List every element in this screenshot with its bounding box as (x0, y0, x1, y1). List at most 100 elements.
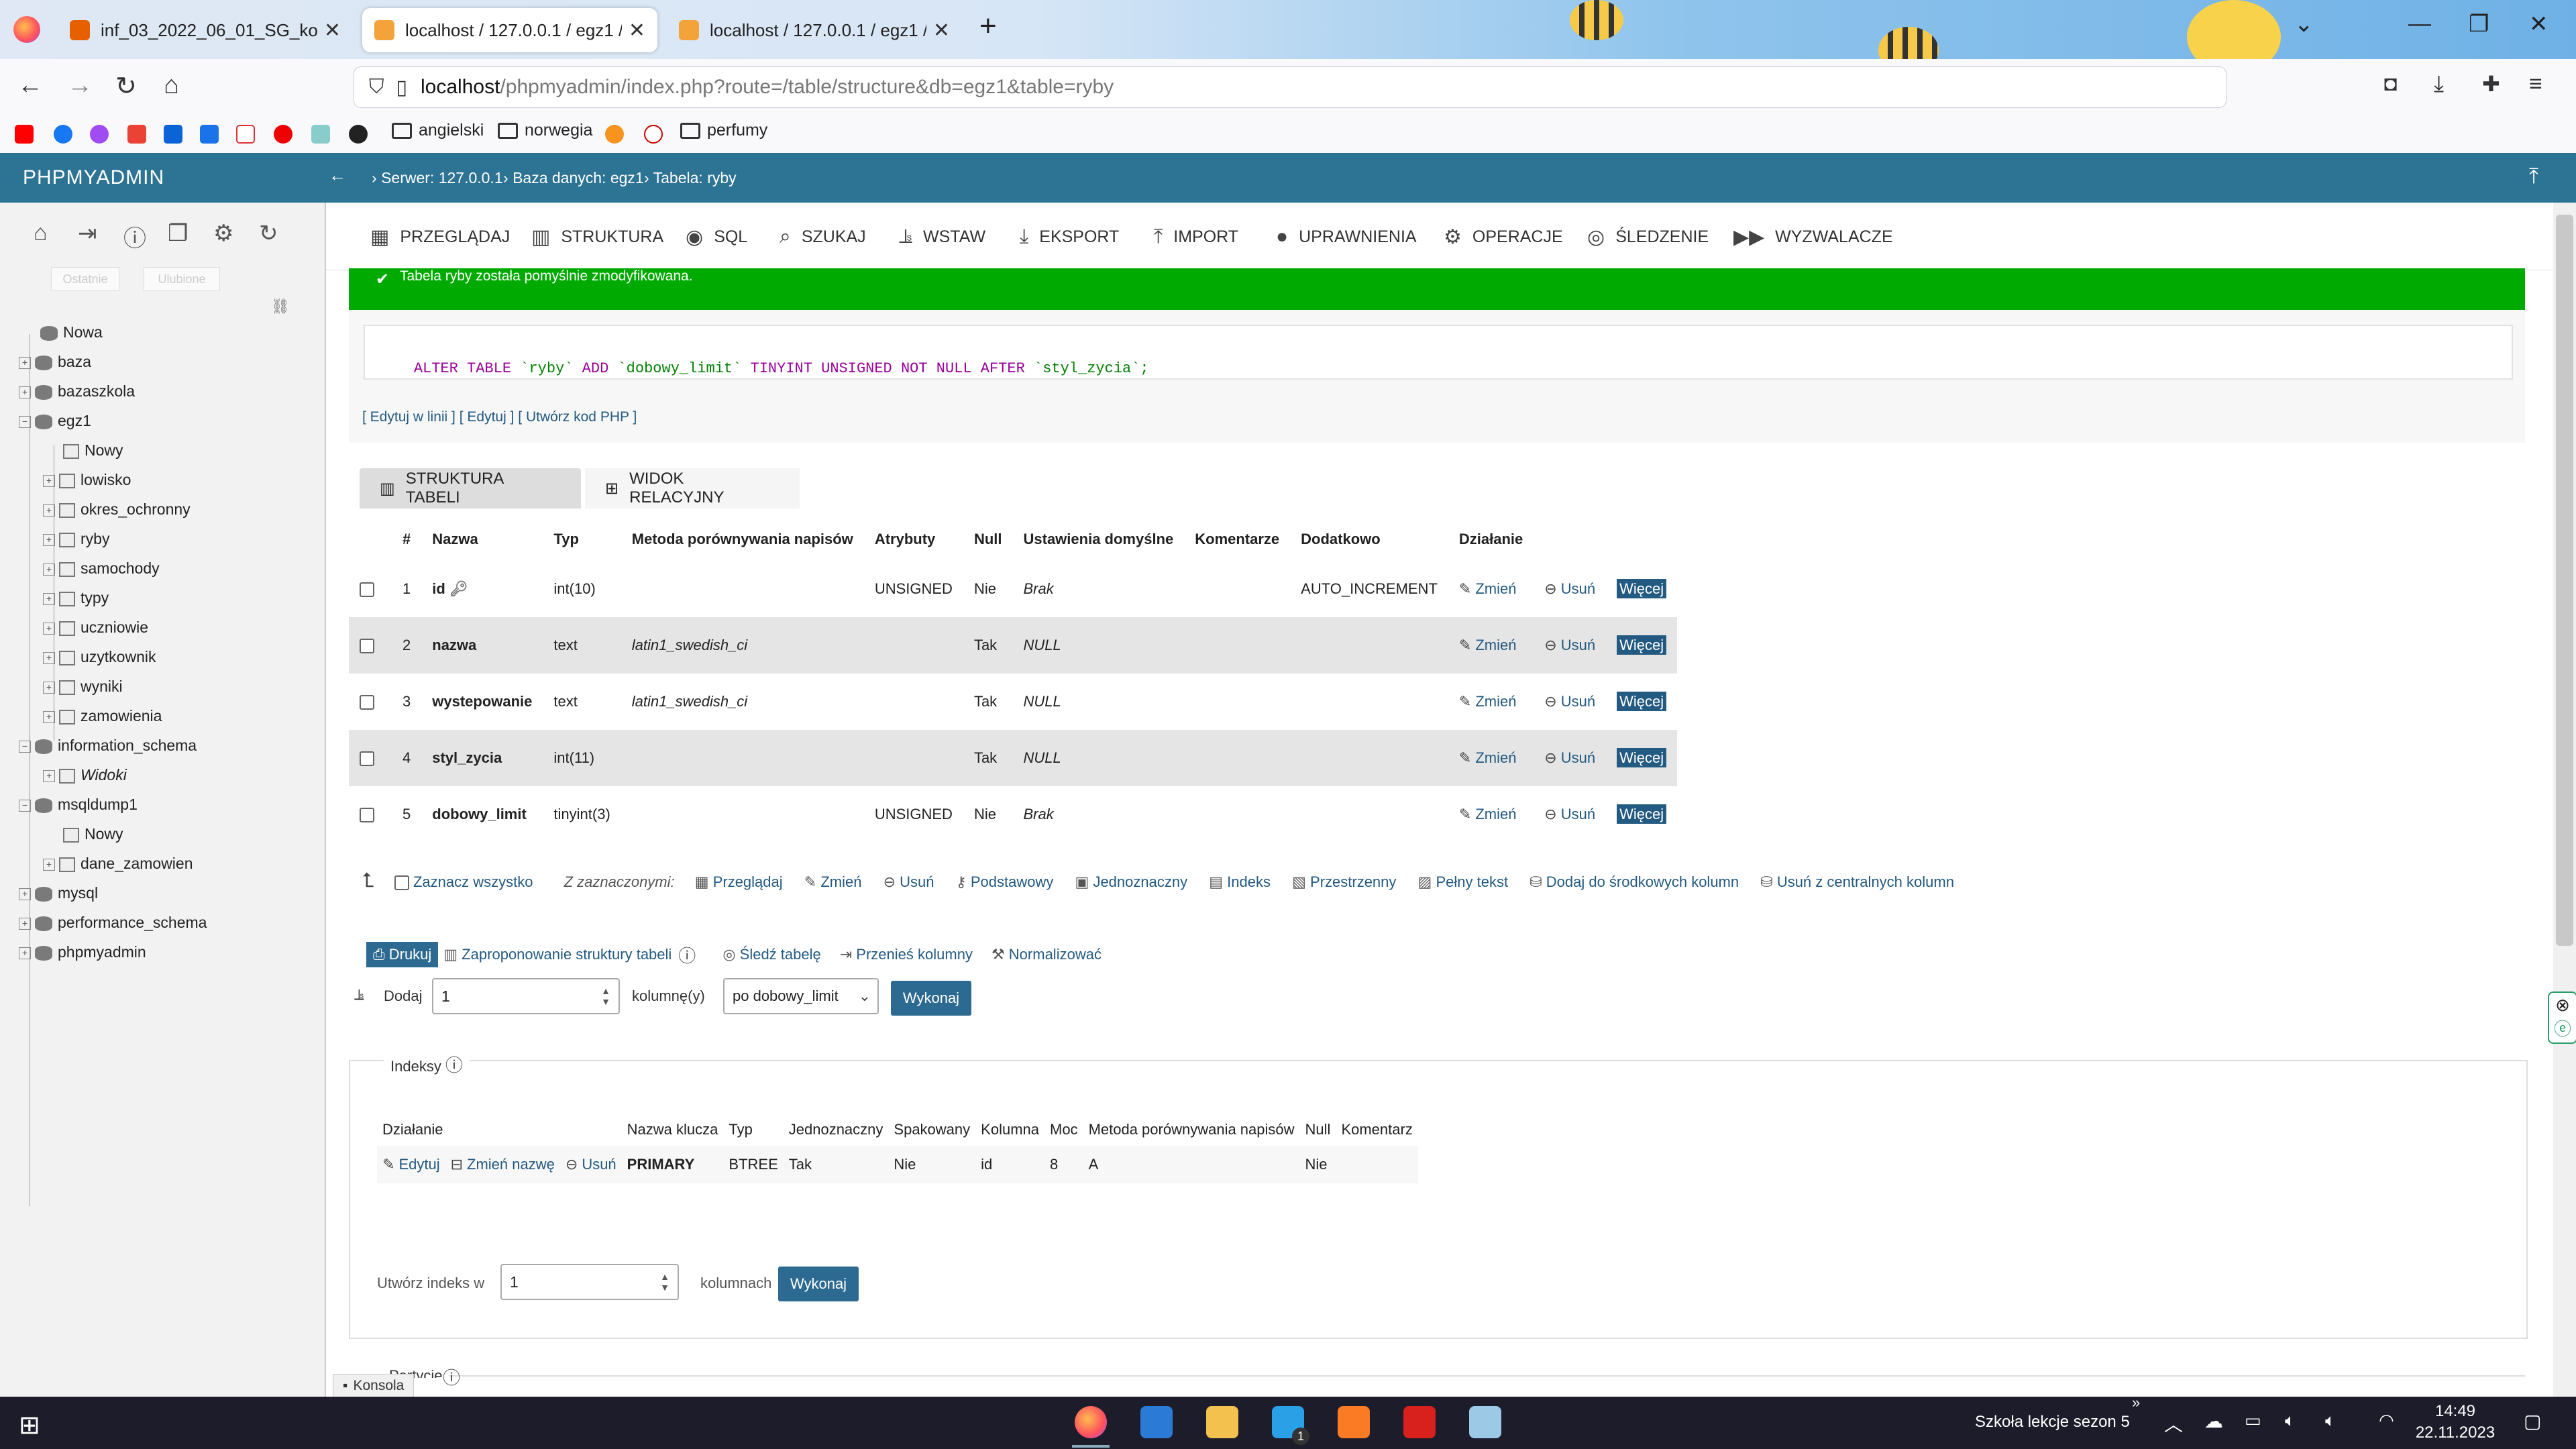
checkbox-bookmark-icon[interactable] (236, 125, 255, 144)
notepad-icon[interactable] (1469, 1406, 1501, 1438)
cloud-icon[interactable]: ☁ (2204, 1410, 2223, 1432)
side-widget[interactable]: ⊗ ⓔ (2548, 991, 2576, 1044)
bulk-add-central[interactable]: ⛁ Dodaj do środkowych kolumn (1529, 873, 1739, 890)
back-icon[interactable]: ← (17, 71, 43, 100)
facebook-icon[interactable] (54, 125, 72, 144)
more-cell[interactable]: Więcej (1606, 561, 1678, 617)
bookmark-icon[interactable] (311, 125, 330, 144)
tab-ryby[interactable]: localhost / 127.0.0.1 / egz1 / ryb ✕ (362, 8, 657, 52)
expand-icon[interactable]: + (19, 356, 31, 369)
column-name[interactable]: wystepowanie (421, 674, 543, 730)
tree-item[interactable]: + okres_ochronny (43, 500, 191, 519)
row-checkbox[interactable] (360, 582, 374, 598)
xampp-icon[interactable] (1338, 1406, 1370, 1438)
drop-link[interactable]: ⊖ Usuń (1534, 561, 1607, 617)
expand-icon[interactable]: + (43, 592, 55, 605)
minimize-icon[interactable]: — (2408, 11, 2431, 37)
change-link[interactable]: ✎ Zmień (1448, 561, 1534, 617)
expand-icon[interactable]: + (43, 533, 55, 546)
tree-item[interactable]: Nowa (40, 323, 103, 341)
scrollbar-thumb[interactable] (2556, 215, 2573, 946)
tree-item[interactable]: Nowy (63, 825, 123, 843)
outlook-icon[interactable] (164, 125, 182, 144)
create-index-submit-button[interactable]: Wykonaj (778, 1267, 859, 1301)
collapse-icon[interactable]: − (19, 799, 31, 812)
bulk-fulltext[interactable]: ▨ Pełny tekst (1418, 873, 1509, 890)
close-icon[interactable]: ✕ (629, 19, 645, 42)
link-icon[interactable]: ⛓ (271, 298, 290, 315)
row-checkbox[interactable] (360, 751, 374, 767)
tab-wyzwalacze[interactable]: ▶▶ WYZWALACZE (1733, 225, 1893, 249)
firefox-menu-icon[interactable] (13, 16, 40, 43)
close-window-icon[interactable]: ✕ (2529, 11, 2548, 38)
documentation-icon[interactable]: ❐ (168, 220, 188, 247)
bulk-change[interactable]: ✎ Zmień (804, 873, 862, 890)
speaker-icon[interactable]: 🔈︎ (2325, 1410, 2336, 1432)
messenger-icon[interactable] (90, 125, 109, 144)
wifi-icon[interactable]: ◠ (2379, 1410, 2394, 1431)
bulk-drop[interactable]: ⊖ Usuń (883, 873, 934, 890)
pma-logo-title[interactable]: PHPMYADMIN (23, 166, 164, 189)
spinner-icon[interactable]: ▲ ▼ (601, 985, 610, 1007)
more-cell[interactable]: Więcej (1606, 617, 1678, 674)
acrobat-icon[interactable] (1403, 1406, 1436, 1438)
propose-structure-link[interactable]: ▥ Zaproponowanie struktury tabeli (443, 946, 672, 963)
favorite-tables-button[interactable]: Ulubione (144, 267, 220, 291)
change-link[interactable]: ✎ Zmień (1448, 730, 1534, 786)
tree-item[interactable]: − information_schema (19, 737, 197, 755)
collapse-icon[interactable]: − (19, 415, 31, 428)
logout-icon[interactable]: ⇥ (78, 220, 97, 247)
drop-link[interactable]: ⊖ Usuń (1534, 674, 1607, 730)
tree-item[interactable]: + typy (43, 589, 109, 607)
expand-icon[interactable]: + (19, 947, 31, 959)
change-link[interactable]: ✎ Zmień (1448, 786, 1534, 843)
tab-struktura[interactable]: ▥ STRUKTURA (531, 225, 663, 249)
move-columns-link[interactable]: ⇥ Przenieś kolumny (840, 946, 973, 963)
bulk-browse[interactable]: ▦ Przeglądaj (695, 873, 783, 890)
music-icon[interactable] (274, 125, 292, 144)
expand-icon[interactable]: + (43, 504, 55, 517)
info-icon[interactable]: ⓘ (443, 1364, 460, 1389)
info-icon[interactable]: ⓘ (445, 1055, 463, 1075)
chevrons-icon[interactable]: » (2132, 1394, 2140, 1411)
print-button[interactable]: ⎙ Drukuj (366, 942, 439, 967)
column-name[interactable]: nazwa (421, 617, 543, 674)
subtab-widok-relacyjny[interactable]: ⊞ WIDOK RELACYJNY (585, 468, 800, 508)
bookmark-folder-norwegia[interactable]: norwegia (498, 121, 592, 140)
console-toggle[interactable]: ▪ Konsola (333, 1374, 415, 1398)
notifications-icon[interactable]: ▢ (2524, 1410, 2541, 1432)
row-checkbox[interactable] (360, 639, 374, 654)
tree-item[interactable]: + uzytkownik (43, 648, 156, 666)
bookmark-folder-perfumy[interactable]: perfumy (680, 121, 767, 140)
tree-item[interactable]: + bazaszkola (19, 382, 135, 400)
tab-wstaw[interactable]: ⫡ WSTAW (899, 225, 985, 248)
bookmark-icon[interactable] (644, 125, 663, 144)
breadcrumb-table[interactable]: › Tabela: ryby (644, 169, 737, 187)
more-button[interactable]: Więcej (1617, 748, 1667, 767)
tree-item[interactable]: − msqldump1 (19, 796, 138, 814)
recent-tables-button[interactable]: Ostatnie (51, 267, 119, 291)
column-name[interactable]: styl_zycia (421, 730, 543, 786)
downloads-icon[interactable]: ⤓ (2434, 71, 2444, 97)
tree-item[interactable]: + phpmyadmin (19, 943, 146, 961)
expand-icon[interactable]: + (43, 858, 55, 871)
add-submit-button[interactable]: Wykonaj (891, 981, 971, 1016)
expand-icon[interactable]: + (19, 917, 31, 930)
breadcrumb-server[interactable]: › Serwer: 127.0.0.1 (372, 169, 503, 187)
maximize-icon[interactable]: ⤒ (2529, 164, 2538, 189)
position-select[interactable]: po dobowy_limit ⌄ (723, 978, 879, 1014)
more-button[interactable]: Więcej (1617, 804, 1667, 824)
translate-icon[interactable] (200, 125, 219, 144)
add-count-input[interactable]: 1 ▲ ▼ (432, 978, 620, 1014)
breadcrumb-database[interactable]: › Baza danych: egz1 (503, 169, 644, 187)
tab-szukaj[interactable]: ⌕ SZUKAJ (780, 225, 866, 248)
tree-item[interactable]: + mysql (19, 884, 98, 902)
tab-sql[interactable]: ◉ SQL (686, 225, 747, 249)
speaker-icon[interactable]: 🔈︎ (2285, 1410, 2296, 1432)
tree-item[interactable]: + dane_zamowien (43, 855, 193, 873)
firefox-icon[interactable] (1075, 1406, 1107, 1438)
expand-icon[interactable]: + (43, 681, 55, 694)
index-rename-link[interactable]: ⊟ Zmień nazwę (445, 1146, 560, 1183)
bulk-index[interactable]: ▤ Indeks (1209, 873, 1271, 890)
pocket-icon[interactable]: ◘ (2384, 71, 2397, 96)
